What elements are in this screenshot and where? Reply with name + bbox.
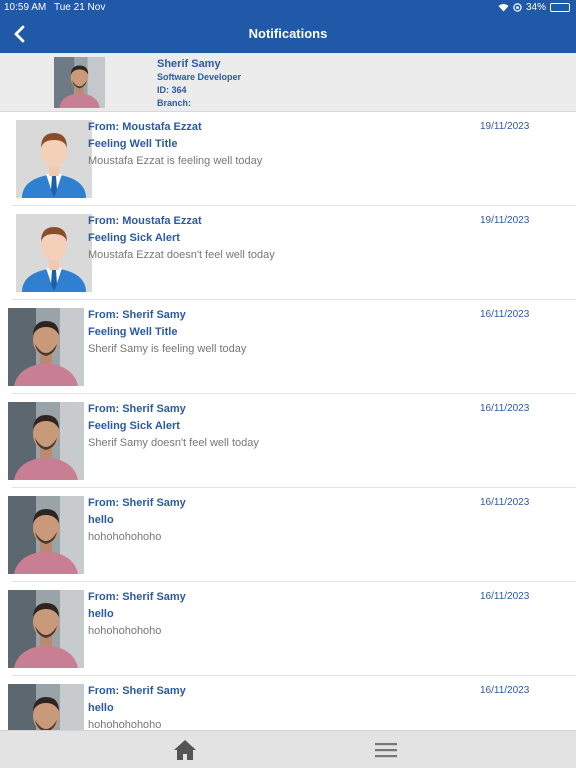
notification-date: 16/11/2023 xyxy=(480,685,530,696)
notification-date: 19/11/2023 xyxy=(480,215,530,226)
sender-photo xyxy=(8,308,84,386)
notification-item[interactable]: From: Sherif Samy hello hohohohohoho 16/… xyxy=(0,582,576,676)
sender-photo xyxy=(8,684,84,730)
notification-item[interactable]: From: Sherif Samy Feeling Well Title She… xyxy=(0,300,576,394)
notification-title: hello xyxy=(88,702,114,714)
placeholder-person-icon xyxy=(16,120,92,198)
notification-body: hohohohohoho xyxy=(88,531,162,543)
notification-item[interactable]: From: Moustafa Ezzat Feeling Well Title … xyxy=(0,112,576,206)
notification-sender: From: Moustafa Ezzat xyxy=(88,215,202,227)
notification-list[interactable]: From: Moustafa Ezzat Feeling Well Title … xyxy=(0,112,576,730)
profile-avatar xyxy=(54,57,105,108)
notification-body: hohohohohoho xyxy=(88,625,162,637)
notification-body: Sherif Samy doesn't feel well today xyxy=(88,437,259,449)
battery-icon xyxy=(550,3,570,12)
status-time: 10:59 AM xyxy=(4,2,47,13)
hamburger-menu-icon[interactable] xyxy=(374,740,398,760)
notification-item[interactable]: From: Sherif Samy Feeling Sick Alert She… xyxy=(0,394,576,488)
profile-info: Sherif Samy Software Developer ID: 364 B… xyxy=(157,57,241,110)
notification-sender: From: Sherif Samy xyxy=(88,309,186,321)
notification-title: hello xyxy=(88,608,114,620)
notification-date: 16/11/2023 xyxy=(480,591,530,602)
notification-body: Moustafa Ezzat is feeling well today xyxy=(88,155,263,167)
notification-title: hello xyxy=(88,514,114,526)
battery-percent: 34% xyxy=(525,2,546,13)
notification-sender: From: Sherif Samy xyxy=(88,403,186,415)
notification-body: hohohohohoho xyxy=(88,719,162,730)
orientation-lock-icon xyxy=(513,3,522,12)
home-icon[interactable] xyxy=(173,739,197,761)
notification-sender: From: Sherif Samy xyxy=(88,591,186,603)
profile-name: Sherif Samy xyxy=(157,58,221,70)
sender-photo xyxy=(8,496,84,574)
notification-title: Feeling Sick Alert xyxy=(88,232,180,244)
notification-date: 16/11/2023 xyxy=(480,497,530,508)
top-bar: 10:59 AM Tue 21 Nov 34% Notifications xyxy=(0,0,576,53)
notification-item[interactable]: From: Sherif Samy hello hohohohohoho 16/… xyxy=(0,488,576,582)
status-indicators: 34% xyxy=(498,2,570,13)
status-bar: 10:59 AM Tue 21 Nov 34% xyxy=(0,0,576,16)
notification-item[interactable]: From: Sherif Samy hello hohohohohoho 16/… xyxy=(0,676,576,730)
notification-date: 16/11/2023 xyxy=(480,309,530,320)
notification-title: Feeling Well Title xyxy=(88,326,178,338)
profile-header: Sherif Samy Software Developer ID: 364 B… xyxy=(0,53,576,112)
notification-item[interactable]: From: Moustafa Ezzat Feeling Sick Alert … xyxy=(0,206,576,300)
page-title: Notifications xyxy=(248,26,328,41)
placeholder-person-icon xyxy=(16,214,92,292)
wifi-icon xyxy=(498,4,509,12)
notification-sender: From: Sherif Samy xyxy=(88,685,186,697)
status-date: Tue 21 Nov xyxy=(54,2,106,13)
notification-date: 16/11/2023 xyxy=(480,403,530,414)
bottom-tab-bar xyxy=(0,730,576,768)
notification-sender: From: Sherif Samy xyxy=(88,497,186,509)
notification-body: Sherif Samy is feeling well today xyxy=(88,343,247,355)
notification-date: 19/11/2023 xyxy=(480,121,530,132)
notification-sender: From: Moustafa Ezzat xyxy=(88,121,202,133)
notification-title: Feeling Sick Alert xyxy=(88,420,180,432)
sender-photo xyxy=(8,590,84,668)
profile-role: Software Developer xyxy=(157,72,242,82)
notification-body: Moustafa Ezzat doesn't feel well today xyxy=(88,249,275,261)
profile-branch: Branch: xyxy=(157,98,192,108)
sender-photo xyxy=(8,402,84,480)
notification-title: Feeling Well Title xyxy=(88,138,178,150)
profile-id: ID: 364 xyxy=(157,85,187,95)
